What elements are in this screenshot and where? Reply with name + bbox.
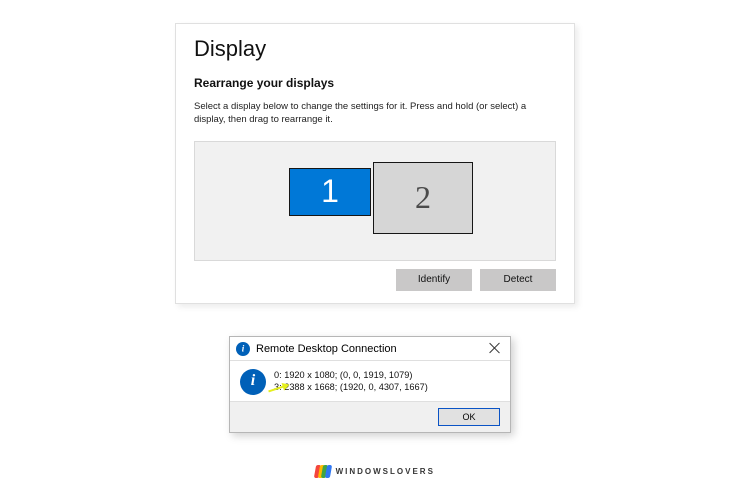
info-icon: i [236, 342, 250, 356]
resolution-line-1: 3: 2388 x 1668; (1920, 0, 4307, 1667) [274, 381, 428, 393]
identify-button[interactable]: Identify [396, 269, 472, 291]
instruction-text: Select a display below to change the set… [194, 100, 556, 127]
display-monitor-2[interactable]: 2 [373, 162, 473, 234]
display-settings-panel: Display Rearrange your displays Select a… [175, 23, 575, 304]
page-title: Display [194, 36, 556, 62]
dialog-body: i 0: 1920 x 1080; (0, 0, 1919, 1079) 3: … [230, 361, 510, 402]
watermark-text: WINDOWSLOVERS [336, 467, 435, 476]
remote-desktop-info-dialog: i Remote Desktop Connection i 0: 1920 x … [229, 336, 511, 433]
dialog-footer: OK [230, 402, 510, 432]
display-arrangement-canvas[interactable]: 1 2 [194, 141, 556, 261]
watermark-logo-icon [315, 465, 331, 478]
dialog-title-text: Remote Desktop Connection [256, 343, 397, 355]
display-number-label: 1 [321, 173, 339, 210]
detect-button[interactable]: Detect [480, 269, 556, 291]
rearrange-heading: Rearrange your displays [194, 76, 556, 90]
watermark: WINDOWSLOVERS [0, 465, 750, 478]
info-icon: i [240, 369, 266, 395]
dialog-message: 0: 1920 x 1080; (0, 0, 1919, 1079) 3: 23… [274, 369, 428, 395]
dialog-titlebar: i Remote Desktop Connection [230, 337, 510, 361]
close-button[interactable] [488, 341, 502, 355]
ok-button[interactable]: OK [438, 408, 500, 426]
display-monitor-1[interactable]: 1 [289, 168, 371, 216]
resolution-line-0: 0: 1920 x 1080; (0, 0, 1919, 1079) [274, 369, 428, 381]
display-number-label: 2 [415, 179, 431, 216]
